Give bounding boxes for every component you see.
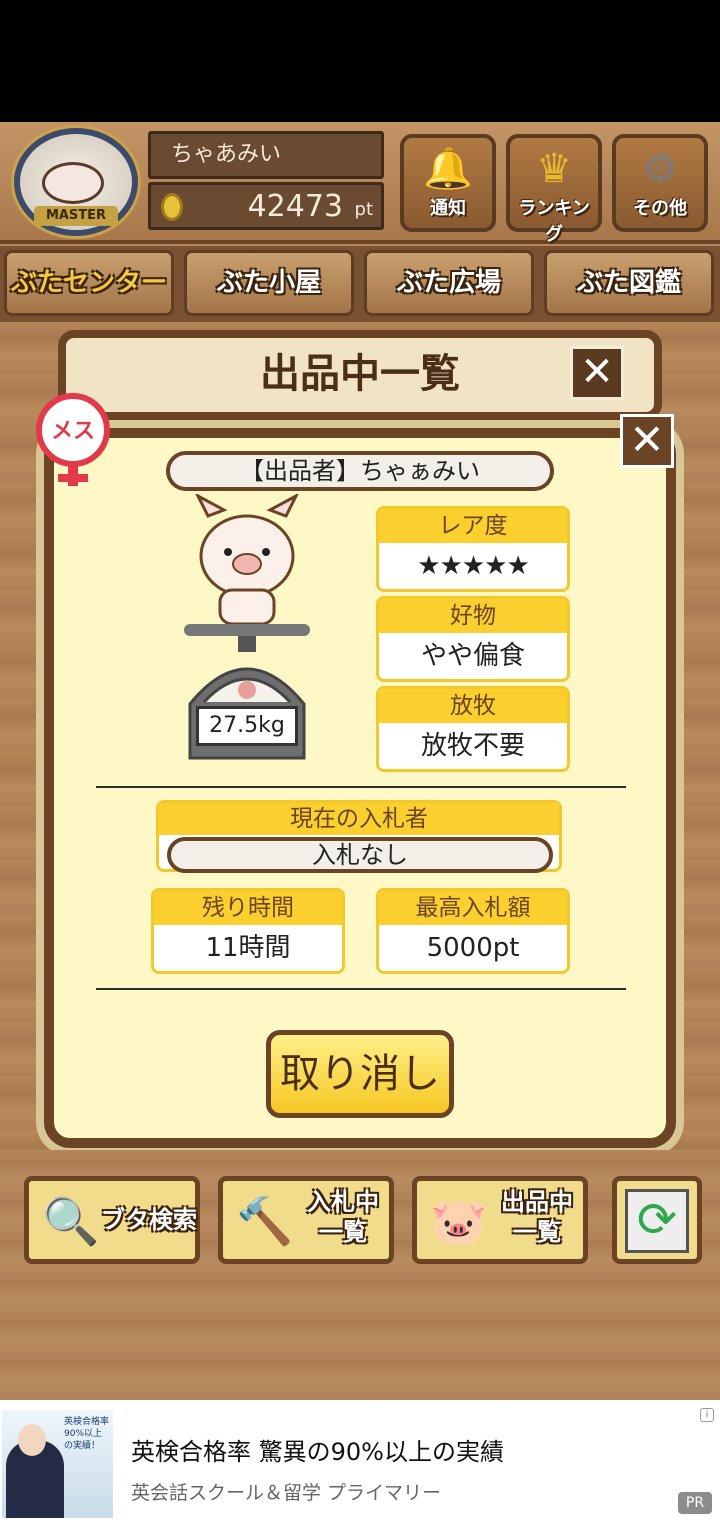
magnifier-icon: 🔍	[42, 1194, 100, 1248]
listing-list-label-1: 出品中	[501, 1188, 573, 1216]
bidding-list-label-2: 一覧	[319, 1218, 367, 1246]
player-name: ちゃあみい	[148, 131, 384, 179]
female-gender-icon: メス	[36, 393, 110, 486]
notification-button[interactable]: 🔔 通知	[400, 134, 496, 232]
ad-title[interactable]: 英検合格率 驚異の90%以上の実績	[131, 1432, 504, 1467]
tab-buta-encyclopedia[interactable]: ぶた図鑑	[544, 250, 714, 316]
favorite-food-card: 好物 やや偏食	[376, 596, 570, 682]
rarity-card: レア度 ★★★★★	[376, 506, 570, 592]
refresh-icon: ⟳	[625, 1189, 689, 1253]
favorite-food-label: 好物	[379, 599, 567, 633]
status-bar-area	[0, 0, 720, 122]
highest-bid-label: 最高入札額	[379, 891, 567, 925]
refresh-button[interactable]: ⟳	[612, 1176, 702, 1264]
rank-badge-label: MASTER	[34, 206, 118, 226]
highest-bid-value: 5000pt	[426, 933, 520, 963]
gender-label: メス	[51, 419, 95, 444]
rarity-label: レア度	[379, 509, 567, 543]
gavel-icon: 🔨	[236, 1194, 294, 1248]
listing-close-button[interactable]: ✕	[570, 346, 624, 400]
other-label: その他	[633, 198, 687, 219]
cancel-listing-button[interactable]: 取り消し	[266, 1030, 454, 1118]
tab-buta-center[interactable]: ぶたセンター	[4, 250, 174, 316]
bidding-list-label-1: 入札中	[307, 1188, 379, 1216]
points-display: 42473 pt	[148, 182, 384, 230]
ad-image-text: 英検合格率90%以上の実績！	[64, 1417, 110, 1451]
pig-search-button[interactable]: 🔍 ブタ検索	[24, 1176, 200, 1264]
divider	[96, 786, 626, 788]
current-bidder-value: 入札なし	[167, 837, 553, 873]
remaining-time-value: 11時間	[205, 933, 291, 963]
bell-icon: 🔔	[423, 146, 473, 192]
tab-buta-barn[interactable]: ぶた小屋	[184, 250, 354, 316]
ranking-button[interactable]: ♛ ランキング	[506, 134, 602, 245]
weight-display: 27.5kg	[196, 706, 298, 746]
ad-pr-badge: PR	[678, 1492, 712, 1514]
current-bidder-card: 現在の入札者 入札なし	[156, 800, 562, 873]
listing-list-button[interactable]: 🐷 出品中 一覧	[412, 1176, 588, 1264]
ad-info-icon[interactable]: i	[700, 1408, 714, 1422]
coin-icon	[161, 193, 183, 221]
rank-badge[interactable]: MASTER	[14, 128, 138, 236]
tab-buta-plaza[interactable]: ぶた広場	[364, 250, 534, 316]
ad-image[interactable]: 英検合格率90%以上の実績！	[2, 1410, 113, 1518]
crown-icon: ♛	[536, 146, 572, 192]
pig-face-icon: 🐷	[430, 1194, 488, 1248]
grazing-label: 放牧	[379, 689, 567, 723]
notification-label: 通知	[430, 198, 466, 219]
ranking-label: ランキング	[518, 198, 590, 245]
points-unit: pt	[354, 199, 373, 220]
seller-label: 【出品者】ちゃぁみい	[166, 451, 554, 491]
points-value: 42473	[247, 189, 343, 224]
pig-face-icon	[42, 162, 104, 204]
current-bidder-label: 現在の入札者	[159, 803, 559, 835]
grazing-value: 放牧不要	[420, 731, 525, 761]
bidding-list-button[interactable]: 🔨 入札中 一覧	[218, 1176, 394, 1264]
ad-person-face	[18, 1424, 46, 1456]
gear-icon: ⚙	[642, 146, 678, 192]
dialog-close-button[interactable]: ✕	[620, 414, 674, 468]
remaining-time-card: 残り時間 11時間	[151, 888, 345, 974]
pig-search-label: ブタ検索	[101, 1206, 197, 1234]
listing-list-label-2: 一覧	[513, 1218, 561, 1246]
ad-subtitle[interactable]: 英会話スクール＆留学 プライマリー	[131, 1478, 441, 1505]
remaining-time-label: 残り時間	[154, 891, 342, 925]
other-button[interactable]: ⚙ その他	[612, 134, 708, 232]
highest-bid-card: 最高入札額 5000pt	[376, 888, 570, 974]
divider	[96, 988, 626, 990]
grazing-card: 放牧 放牧不要	[376, 686, 570, 772]
favorite-food-value: やや偏食	[420, 641, 525, 671]
rarity-stars: ★★★★★	[417, 551, 530, 581]
